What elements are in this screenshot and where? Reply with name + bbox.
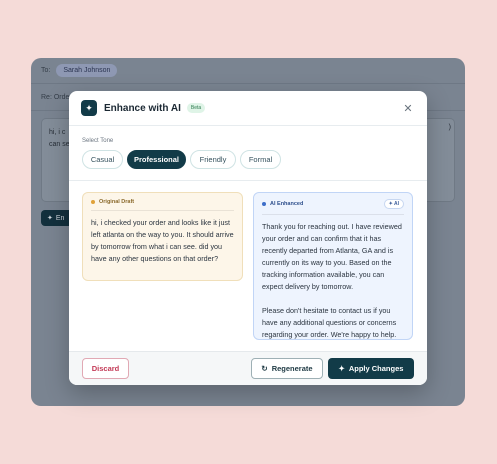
modal-title: Enhance with AI [104, 102, 181, 114]
sparkle-icon: ✦ [47, 215, 53, 222]
modal-footer: Discard ↻ Regenerate ✦ Apply Changes [69, 351, 427, 385]
recipient-chip: Sarah Johnson [56, 64, 118, 77]
subject-text: Re: Order [41, 94, 72, 101]
tone-professional[interactable]: Professional [127, 150, 186, 169]
ai-enhanced-title: AI Enhanced [270, 201, 304, 207]
tone-formal[interactable]: Formal [240, 150, 281, 169]
ai-enhanced-text: Thank you for reaching out. I have revie… [262, 222, 402, 339]
beta-badge: Beta [186, 103, 206, 113]
to-label: To: [41, 67, 51, 74]
tone-casual[interactable]: Casual [82, 150, 123, 169]
status-dot-icon [262, 202, 266, 206]
ai-badge: ✦ AI [383, 199, 404, 209]
apply-changes-button[interactable]: ✦ Apply Changes [328, 358, 414, 379]
original-draft-text: hi, i checked your order and looks like … [91, 218, 234, 263]
sparkle-icon: ✦ [338, 364, 345, 373]
ai-badge-label: AI [394, 201, 399, 207]
to-row: To: Sarah Johnson [31, 58, 465, 84]
refresh-icon: ↻ [261, 364, 268, 373]
apply-changes-label: Apply Changes [348, 364, 404, 373]
tone-label: Select Tone [82, 138, 114, 144]
enhance-button-label: En [55, 214, 65, 222]
body-fragment: ) [448, 124, 451, 131]
discard-button[interactable]: Discard [82, 358, 129, 379]
sparkle-icon: ✦ [81, 100, 97, 116]
tone-friendly[interactable]: Friendly [190, 150, 236, 169]
close-icon[interactable]: ✕ [401, 102, 415, 115]
original-draft-title: Original Draft [99, 199, 135, 205]
original-draft-card: Original Draft hi, i checked your order … [82, 192, 243, 281]
ai-enhanced-card: AI Enhanced ✦ AI Thank you for reaching … [253, 192, 413, 340]
enhance-ai-modal: ✦ Enhance with AI Beta ✕ Select Tone Cas… [69, 91, 427, 385]
original-draft-header: Original Draft [91, 199, 234, 211]
regenerate-label: Regenerate [271, 364, 313, 373]
tone-selector: Casual Professional Friendly Formal [82, 150, 281, 169]
modal-header: ✦ Enhance with AI Beta ✕ [69, 91, 427, 126]
divider [69, 180, 427, 181]
regenerate-button[interactable]: ↻ Regenerate [251, 358, 323, 379]
status-dot-icon [91, 200, 95, 204]
ai-enhanced-header: AI Enhanced ✦ AI [262, 199, 404, 215]
